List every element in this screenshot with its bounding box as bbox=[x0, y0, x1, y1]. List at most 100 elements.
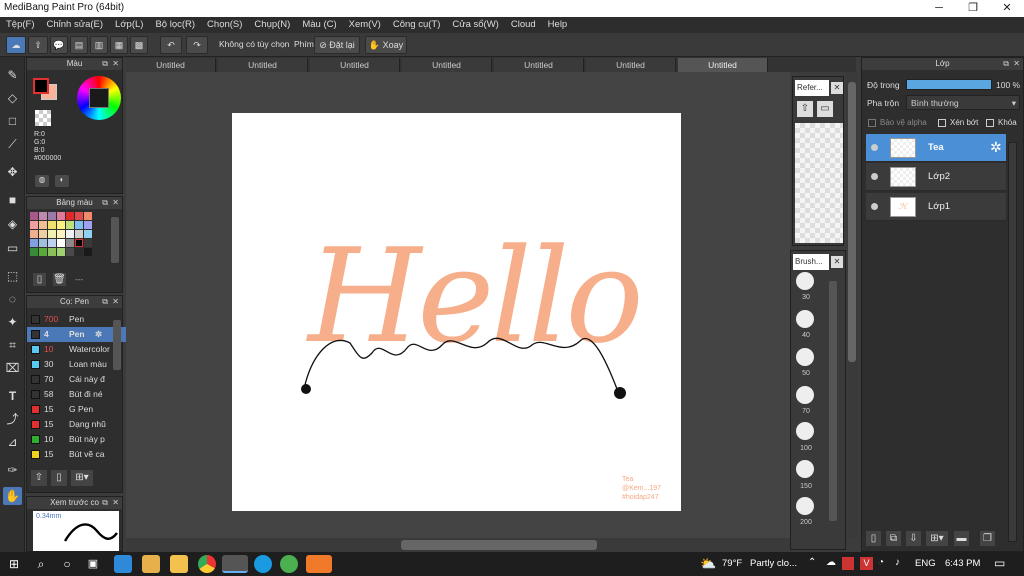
visibility-icon[interactable] bbox=[871, 144, 878, 151]
menu-tools[interactable]: Công cụ(T) bbox=[387, 17, 447, 33]
clock[interactable]: 6:43 PM bbox=[945, 558, 980, 569]
palette-swatch[interactable] bbox=[30, 230, 38, 238]
tab-untitled[interactable]: Untitled bbox=[310, 58, 400, 72]
new-palette-icon[interactable]: ▯ bbox=[33, 273, 46, 286]
pen-line-tool-icon[interactable]: ⟋ bbox=[3, 135, 22, 153]
palette-swatch[interactable] bbox=[84, 248, 92, 256]
chevron-up-icon[interactable]: ⌃ bbox=[808, 557, 816, 568]
magic-wand-icon[interactable]: ✦ bbox=[3, 313, 22, 331]
grid-list-icon[interactable]: ▦ bbox=[110, 36, 128, 54]
menu-cloud[interactable]: Cloud bbox=[505, 17, 542, 33]
tab-untitled-active[interactable]: Untitled bbox=[678, 58, 768, 72]
windows-start-icon[interactable]: ⊞ bbox=[5, 555, 23, 573]
visibility-icon[interactable] bbox=[871, 203, 878, 210]
message-icon[interactable]: ▤ bbox=[70, 36, 88, 54]
menu-snap[interactable]: Chụp(N) bbox=[248, 17, 296, 33]
float-icon[interactable]: ⧉ bbox=[102, 296, 108, 308]
palette-swatch[interactable] bbox=[75, 239, 83, 247]
palette-swatch[interactable] bbox=[57, 230, 65, 238]
palette-swatch[interactable] bbox=[75, 212, 83, 220]
minimize-button[interactable]: ─ bbox=[922, 0, 956, 17]
palette-swatch[interactable] bbox=[30, 248, 38, 256]
cortana-icon[interactable]: ○ bbox=[58, 555, 76, 573]
layer-row[interactable]: ℋ Lớp1 bbox=[866, 193, 1006, 221]
layer-row-selected[interactable]: Tea ✲ bbox=[866, 134, 1006, 162]
brush-options-icon[interactable]: ⊞▾ bbox=[71, 470, 93, 486]
brush-size-dot[interactable] bbox=[796, 310, 814, 328]
canvas-paper[interactable]: Hello Tea @Kem...197 #hoidap247 bbox=[232, 113, 681, 511]
layer-row[interactable]: Lớp2 bbox=[866, 163, 1006, 191]
reset-button[interactable]: ⊘ Đặt lại bbox=[314, 36, 360, 54]
brush-size-dot[interactable] bbox=[796, 348, 814, 366]
palette-swatch[interactable] bbox=[66, 230, 74, 238]
palette-swatch[interactable] bbox=[57, 221, 65, 229]
close-icon[interactable]: ✕ bbox=[112, 58, 119, 70]
eraser-tool-icon[interactable]: ◇ bbox=[3, 89, 22, 107]
gradient-tool-icon[interactable]: ▭ bbox=[3, 239, 22, 257]
brush-size-dot[interactable] bbox=[796, 460, 814, 478]
float-icon[interactable]: ⧉ bbox=[102, 58, 108, 70]
tray-app-icon[interactable] bbox=[842, 557, 854, 570]
rectangle-tool-icon[interactable]: □ bbox=[3, 112, 22, 130]
document-icon[interactable]: ▥ bbox=[90, 36, 108, 54]
palette-swatch[interactable] bbox=[57, 239, 65, 247]
palette-swatch[interactable] bbox=[48, 221, 56, 229]
cloud-icon[interactable]: ☁ bbox=[6, 36, 26, 54]
menu-select[interactable]: Chọn(S) bbox=[201, 17, 248, 33]
palette-swatch[interactable] bbox=[48, 212, 56, 220]
palette-swatch[interactable] bbox=[30, 212, 38, 220]
new-brush-icon[interactable]: ▯ bbox=[51, 470, 67, 486]
bucket-tool-icon[interactable]: ◈ bbox=[3, 215, 22, 233]
clipping-checkbox[interactable] bbox=[938, 119, 946, 127]
operation-tool-icon[interactable]: ⤴ bbox=[3, 410, 22, 428]
chrome-icon[interactable] bbox=[198, 555, 216, 573]
select-eraser-icon[interactable]: ⌧ bbox=[3, 359, 22, 377]
close-icon[interactable]: ✕ bbox=[831, 82, 843, 94]
brush-size-dot[interactable] bbox=[796, 422, 814, 440]
store-icon[interactable] bbox=[142, 555, 160, 573]
search-icon[interactable]: ⌕ bbox=[32, 555, 50, 573]
volume-icon[interactable]: ♪ bbox=[895, 557, 900, 568]
palette-swatch[interactable] bbox=[39, 212, 47, 220]
color-wheel[interactable] bbox=[77, 76, 121, 120]
rotate-button[interactable]: ✋ Xoay bbox=[365, 36, 407, 54]
palette-swatch[interactable] bbox=[66, 239, 74, 247]
vertical-scrollbar[interactable] bbox=[846, 72, 858, 538]
menu-view[interactable]: Xem(V) bbox=[343, 17, 387, 33]
float-icon[interactable]: ⧉ bbox=[1003, 58, 1009, 70]
palette-swatch[interactable] bbox=[30, 239, 38, 247]
comment-icon[interactable]: 💬 bbox=[50, 36, 68, 54]
tab-untitled[interactable]: Untitled bbox=[402, 58, 492, 72]
close-button[interactable]: ✕ bbox=[990, 0, 1024, 17]
menu-filter[interactable]: Bộ lọc(R) bbox=[149, 17, 201, 33]
palette-swatch[interactable] bbox=[84, 221, 92, 229]
app-icon[interactable] bbox=[280, 555, 298, 573]
horizontal-scrollbar[interactable] bbox=[126, 538, 846, 552]
upload-icon[interactable]: ⇧ bbox=[797, 101, 813, 117]
layer-duplicate-icon[interactable]: ❐ bbox=[980, 531, 995, 546]
horizontal-scroll-thumb[interactable] bbox=[401, 540, 597, 550]
palette-swatch[interactable] bbox=[57, 212, 65, 220]
tab-untitled[interactable]: Untitled bbox=[494, 58, 584, 72]
close-icon[interactable]: ✕ bbox=[112, 296, 119, 308]
notification-icon[interactable]: ▭ bbox=[994, 556, 1005, 570]
palette-swatch[interactable] bbox=[84, 239, 92, 247]
opacity-slider[interactable] bbox=[906, 79, 992, 90]
zalo-icon[interactable] bbox=[306, 555, 332, 573]
palette-swatch[interactable] bbox=[84, 212, 92, 220]
float-icon[interactable]: ⧉ bbox=[102, 197, 108, 209]
brush-size-scrollbar[interactable] bbox=[829, 281, 837, 521]
menu-color[interactable]: Màu (C) bbox=[296, 17, 342, 33]
hand-tool-icon[interactable]: ✋ bbox=[3, 487, 22, 505]
redo-button[interactable]: ↷ bbox=[186, 36, 208, 54]
palette-swatch[interactable] bbox=[39, 230, 47, 238]
brush-scrollbar[interactable] bbox=[113, 320, 121, 370]
folder-icon[interactable]: ▬ bbox=[954, 531, 969, 546]
layer-add-menu-icon[interactable]: ⊞▾ bbox=[926, 531, 948, 546]
palette-icon[interactable]: ◍ bbox=[35, 175, 49, 187]
lock-checkbox[interactable] bbox=[986, 119, 994, 127]
brush-size-dot[interactable] bbox=[796, 386, 814, 404]
tab-untitled[interactable]: Untitled bbox=[126, 58, 216, 72]
add-brush-icon[interactable]: ⇧ bbox=[31, 470, 47, 486]
tab-untitled[interactable]: Untitled bbox=[586, 58, 676, 72]
